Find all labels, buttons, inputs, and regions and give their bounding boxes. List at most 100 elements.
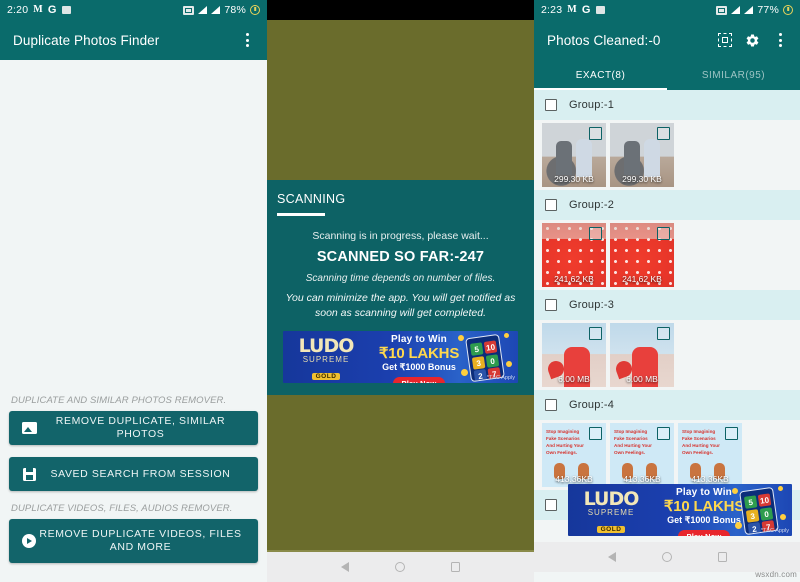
ad-coin-icon [506,361,512,367]
thumbnail[interactable]: 241.62 KB [542,223,606,287]
button-label: REMOVE DUPLICATE, SIMILAR PHOTOS [55,415,226,440]
ad-terms: *T&C Apply [760,528,789,534]
scanning-card: SCANNING Scanning is in progress, please… [267,180,534,395]
select-all-icon[interactable] [718,33,732,47]
watermark: wsxdn.com [755,570,797,579]
group-label: Group:-2 [569,199,615,211]
gear-icon[interactable] [745,33,760,48]
kebab-menu-icon[interactable] [240,32,254,48]
file-size: 241.62 KB [622,274,662,284]
card-text-line: And Hurting Your [614,443,652,448]
thumbnail[interactable]: 241.62 KB [610,223,674,287]
group-label: Group:-4 [569,399,615,411]
thumbnail-checkbox[interactable] [589,227,602,240]
scanning-tab-header: SCANNING [267,180,534,216]
group-header[interactable]: Group:-4 [534,390,800,420]
thumbnail-checkbox[interactable] [589,327,602,340]
photos-icon [595,6,605,14]
action-buttons-area: DUPLICATE AND SIMILAR PHOTOS REMOVER. RE… [0,395,267,582]
ad-coin-icon [504,333,509,338]
ad-cta-button[interactable]: Play Now [677,530,731,536]
ad-coin-icon [732,488,738,494]
file-size: 241.62 KB [554,274,594,284]
photos-icon [61,6,71,14]
app-bar-actions [718,32,787,48]
group-checkbox[interactable] [545,199,557,211]
thumbnail[interactable]: 299.30 KB [610,123,674,187]
ad-banner[interactable]: LUDO SUPREME GOLD Play to Win ₹10 LAKHS … [283,331,518,383]
group-checkbox[interactable] [545,99,557,111]
status-bar-left: 2:20 M G [7,4,71,16]
ad-brand: LUDO SUPREME GOLD [287,337,365,383]
ad-coin-icon [780,514,786,520]
group-thumbnails: 6.00 MB 6.00 MB [534,320,800,390]
app-bar: Duplicate Photos Finder [0,20,267,60]
card-text-line: Fake Scenarios [546,436,580,441]
card-text-line: And Hurting Your [682,443,720,448]
thumbnail[interactable]: 299.30 KB [542,123,606,187]
card-text-line: Stop Imagining [682,429,716,434]
ad-cta-button[interactable]: Play Now [392,377,446,383]
thumbnail-checkbox[interactable] [657,227,670,240]
tab-indicator [277,213,325,216]
group-checkbox[interactable] [545,399,557,411]
signal-icon [198,6,208,14]
image-icon [19,422,39,434]
google-icon: G [581,3,591,16]
battery-icon [783,5,793,15]
thumbnail[interactable]: 6.00 MB [610,323,674,387]
ad-prize: ₹10 LAKHS [378,345,460,362]
back-icon[interactable] [341,562,349,572]
recents-icon[interactable] [451,562,460,572]
remove-duplicate-videos-button[interactable]: REMOVE DUPLICATE VIDEOS, FILES AND MORE [9,519,258,563]
thumbnail[interactable]: Stop Imagining Fake Scenarios And Hurtin… [678,423,742,487]
status-time: 2:23 [541,4,563,16]
thumbnail-checkbox[interactable] [589,127,602,140]
ad-banner[interactable]: LUDO SUPREME GOLD Play to Win ₹10 LAKHS … [568,484,792,536]
ad-coin-icon [461,369,468,376]
recents-icon[interactable] [717,552,727,562]
group-label: Group:-3 [569,299,615,311]
group-checkbox[interactable] [545,499,557,511]
kebab-menu-icon[interactable] [773,32,787,48]
thumbnail[interactable]: Stop Imagining Fake Scenarios And Hurtin… [542,423,606,487]
main-content: DUPLICATE AND SIMILAR PHOTOS REMOVER. RE… [0,60,267,582]
status-time: 2:20 [7,4,29,16]
thumbnail[interactable]: Stop Imagining Fake Scenarios And Hurtin… [610,423,674,487]
status-bar: 2:23 M G 77% [534,0,800,20]
ad-coin-icon [778,486,783,491]
play-icon [19,534,39,548]
card-text-line: Fake Scenarios [614,436,648,441]
tab-similar[interactable]: SIMILAR(95) [667,60,800,90]
group-header[interactable]: Group:-3 [534,290,800,320]
ad-brand-badge: GOLD [596,526,626,533]
group-header[interactable]: Group:-2 [534,190,800,220]
thumbnail-checkbox[interactable] [657,127,670,140]
home-icon[interactable] [395,562,405,572]
remove-duplicate-photos-button[interactable]: REMOVE DUPLICATE, SIMILAR PHOTOS [9,411,258,445]
thumbnail-checkbox[interactable] [589,427,602,440]
status-bar-right: 77% [716,4,793,16]
thumbnail-checkbox[interactable] [725,427,738,440]
file-size: 6.00 MB [626,374,658,384]
ad-headline: Play to Win [390,334,447,345]
scanning-progress-text: Scanning is in progress, please wait... [312,230,489,242]
group-checkbox[interactable] [545,299,557,311]
thumbnail-checkbox[interactable] [657,327,670,340]
scanning-hint-text: Scanning time depends on number of files… [305,273,496,284]
back-icon[interactable] [607,552,616,562]
button-label: REMOVE DUPLICATE VIDEOS, FILES AND MORE [39,528,242,553]
duplicate-groups-list[interactable]: Group:-1 299.30 KB 299.30 KB Group:-2 24… [534,90,800,542]
tab-exact[interactable]: EXACT(8) [534,60,667,90]
tab-bar: EXACT(8) SIMILAR(95) [534,60,800,90]
app-bar: Photos Cleaned:-0 [534,20,800,60]
thumbnail[interactable]: 6.00 MB [542,323,606,387]
group-header[interactable]: Group:-1 [534,90,800,120]
section-photos-label: DUPLICATE AND SIMILAR PHOTOS REMOVER. [11,395,227,406]
saved-search-button[interactable]: SAVED SEARCH FROM SESSION [9,457,258,491]
ad-brand-badge: GOLD [311,373,341,380]
file-size: 413.36KB [555,474,593,484]
system-navigation-bar [534,542,800,572]
thumbnail-checkbox[interactable] [657,427,670,440]
home-icon[interactable] [661,552,672,562]
